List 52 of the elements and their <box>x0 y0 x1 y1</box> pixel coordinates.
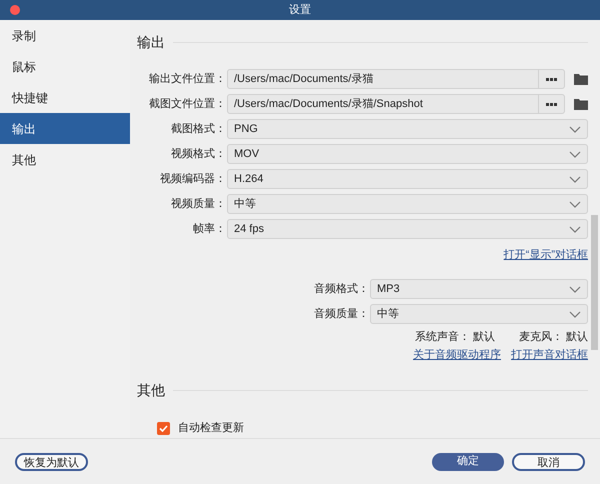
chevron-down-icon <box>569 286 581 292</box>
field-label: 音频质量： <box>314 306 369 322</box>
cancel-button[interactable]: 取消 <box>512 452 585 470</box>
device-value: 默认 <box>473 330 495 345</box>
section-title: 输出 <box>137 32 165 52</box>
device-label: 系统声音： <box>415 330 470 345</box>
ok-button[interactable]: 确定 <box>432 452 504 470</box>
display-dialog-link[interactable]: 打开“显示”对话框 <box>504 246 588 264</box>
field-label: 输出文件位置： <box>148 72 226 87</box>
device-value: 默认 <box>566 330 588 345</box>
sidebar-item[interactable]: 其他 <box>0 144 130 175</box>
path-field[interactable]: /Users/mac/Documents/录猫/Snapshot <box>227 94 565 114</box>
chevron-down-icon <box>569 126 581 132</box>
dropdown[interactable]: MOV <box>227 144 588 164</box>
field-label: 音频格式： <box>314 282 369 297</box>
dropdown[interactable]: MP3 <box>370 279 588 299</box>
link[interactable]: 关于音频驱动程序 <box>413 346 501 364</box>
section-title: 其他 <box>137 380 165 400</box>
checkbox[interactable] <box>157 422 170 434</box>
path-field[interactable]: /Users/mac/Documents/录猫 <box>227 69 565 89</box>
checkmark-icon <box>159 424 168 432</box>
close-button[interactable] <box>10 5 20 15</box>
sidebar-item[interactable]: 快捷键 <box>0 82 130 113</box>
dropdown[interactable]: 中等 <box>370 304 588 324</box>
chevron-down-icon <box>569 226 581 232</box>
sidebar-item[interactable]: 录制 <box>0 20 130 51</box>
dropdown[interactable]: 24 fps <box>227 219 588 239</box>
dropdown[interactable]: PNG <box>227 119 588 139</box>
folder-icon[interactable] <box>574 98 588 110</box>
field-label: 截图格式： <box>170 122 226 137</box>
chevron-down-icon <box>569 176 581 182</box>
sidebar-item[interactable]: 鼠标 <box>0 51 130 82</box>
field-label: 视频编码器： <box>159 172 226 187</box>
dropdown[interactable]: 中等 <box>227 194 588 214</box>
field-label: 截图文件位置： <box>148 96 226 112</box>
ellipsis-icon <box>546 102 557 106</box>
field-label: 帧率： <box>192 222 226 237</box>
field-label: 视频格式： <box>170 146 226 162</box>
chevron-down-icon <box>569 200 581 208</box>
field-label: 视频质量： <box>170 196 226 212</box>
link[interactable]: 打开声音对话框 <box>511 346 588 364</box>
dropdown[interactable]: H.264 <box>227 169 588 189</box>
window-title: 设置 <box>289 2 311 18</box>
chevron-down-icon <box>569 310 581 318</box>
chevron-down-icon <box>569 150 581 158</box>
checkbox-label: 自动检查更新 <box>178 420 244 436</box>
folder-icon[interactable] <box>574 73 588 85</box>
device-label: 麦克风： <box>519 330 563 345</box>
ellipsis-icon <box>546 78 557 80</box>
scrollbar-thumb[interactable] <box>591 215 598 350</box>
reset-button[interactable]: 恢复为默认 <box>15 452 88 470</box>
sidebar-item[interactable]: 输出 <box>0 113 130 144</box>
